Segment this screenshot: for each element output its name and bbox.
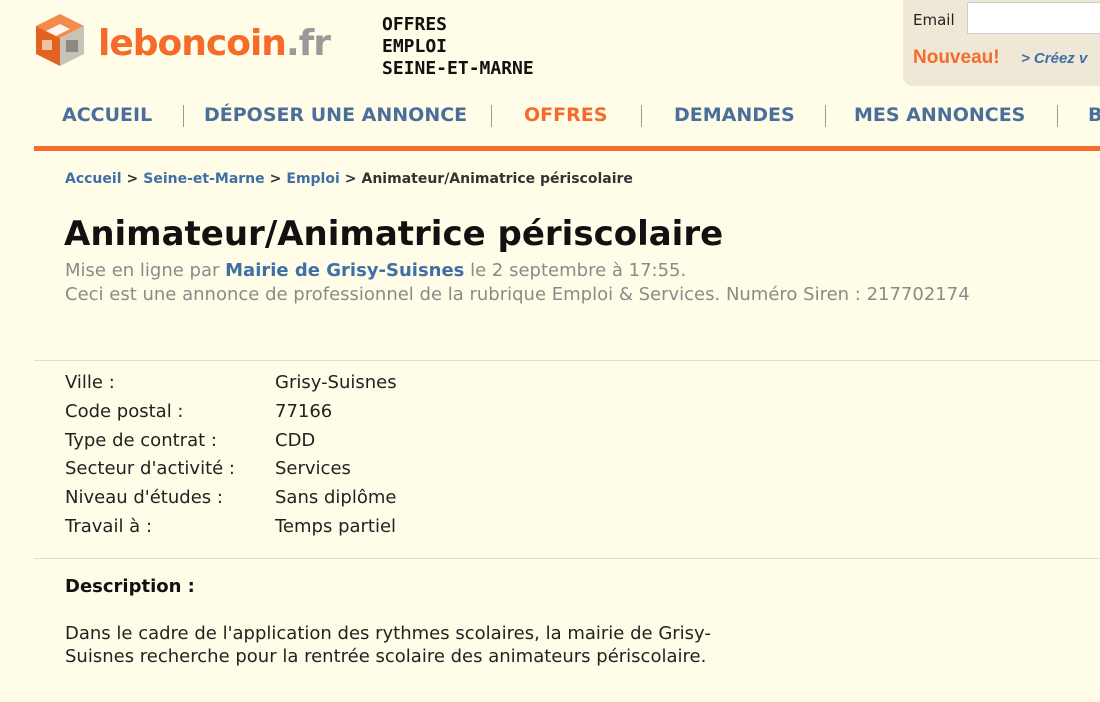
nav-item-offres[interactable]: OFFRES [524,104,607,126]
detail-key: Ville : [65,372,115,393]
detail-value: 77166 [275,401,333,422]
posted-prefix: Mise en ligne par [65,260,220,281]
nav-separator [491,105,492,127]
detail-value: Services [275,458,351,479]
box-logo-icon [36,14,84,66]
nav-item-accueil[interactable]: ACCUEIL [62,104,152,126]
nav-separator [825,105,826,127]
breadcrumb: Accueil > Seine-et-Marne > Emploi > Animateur/… [65,171,633,187]
pro-notice: Ceci est une annonce de professionnel de… [65,284,970,305]
detail-key: Travail à : [65,516,153,537]
nav-separator [641,105,642,127]
detail-value: Temps partiel [275,516,397,537]
ad-title: Animateur/Animatrice périscolaire [64,214,724,254]
detail-value: Sans diplôme [275,487,397,508]
main-nav: ACCUEIL DÉPOSER UNE ANNONCE OFFRES DEMAN… [34,100,1100,132]
breadcrumb-separator: > [344,171,357,187]
advertiser-link[interactable]: Mairie de Grisy-Suisnes [225,260,464,281]
description-heading: Description : [65,576,195,597]
ad-posted-info: Mise en ligne par Mairie de Grisy-Suisne… [65,260,686,281]
breadcrumb-link-accueil[interactable]: Accueil [65,171,122,187]
breadcrumb-separator: > [269,171,282,187]
nav-item-deposer[interactable]: DÉPOSER UNE ANNONCE [204,104,467,126]
create-account-link[interactable]: > Créez v [1021,50,1087,67]
divider [34,558,1100,559]
breadcrumb-current: Animateur/Animatrice périscolaire [361,171,633,187]
detail-value: CDD [275,430,316,451]
breadcrumb-link-region[interactable]: Seine-et-Marne [143,171,264,187]
posted-date: le 2 septembre à 17:55. [470,260,687,281]
leboncoin-logo[interactable]: leboncoin.fr [32,10,342,72]
new-badge: Nouveau! [913,47,1000,68]
login-panel: Email Nouveau! > Créez v [903,0,1100,86]
detail-key: Code postal : [65,401,184,422]
header-category-line: EMPLOI [382,36,448,57]
breadcrumb-link-category[interactable]: Emploi [286,171,339,187]
logo-wordmark: leboncoin.fr [98,23,331,64]
breadcrumb-separator: > [126,171,139,187]
nav-separator [183,105,184,127]
header-category-line: OFFRES [382,14,448,35]
nav-item-mes-annonces[interactable]: MES ANNONCES [854,104,1025,126]
header-category-line: SEINE-ET-MARNE [382,58,534,79]
email-field[interactable] [967,2,1100,34]
detail-key: Type de contrat : [65,430,217,451]
detail-key: Niveau d'études : [65,487,223,508]
nav-item-demandes[interactable]: DEMANDES [674,104,795,126]
header-category: OFFRES EMPLOI SEINE-ET-MARNE [382,14,534,80]
divider [34,360,1100,361]
detail-value: Grisy-Suisnes [275,372,397,393]
email-label: Email [913,11,955,29]
detail-key: Secteur d'activité : [65,458,235,479]
nav-separator [1057,105,1058,127]
nav-item-truncated[interactable]: B [1088,104,1100,126]
description-text: Dans le cadre de l'application des rythm… [65,623,711,667]
nav-underline [34,146,1100,151]
